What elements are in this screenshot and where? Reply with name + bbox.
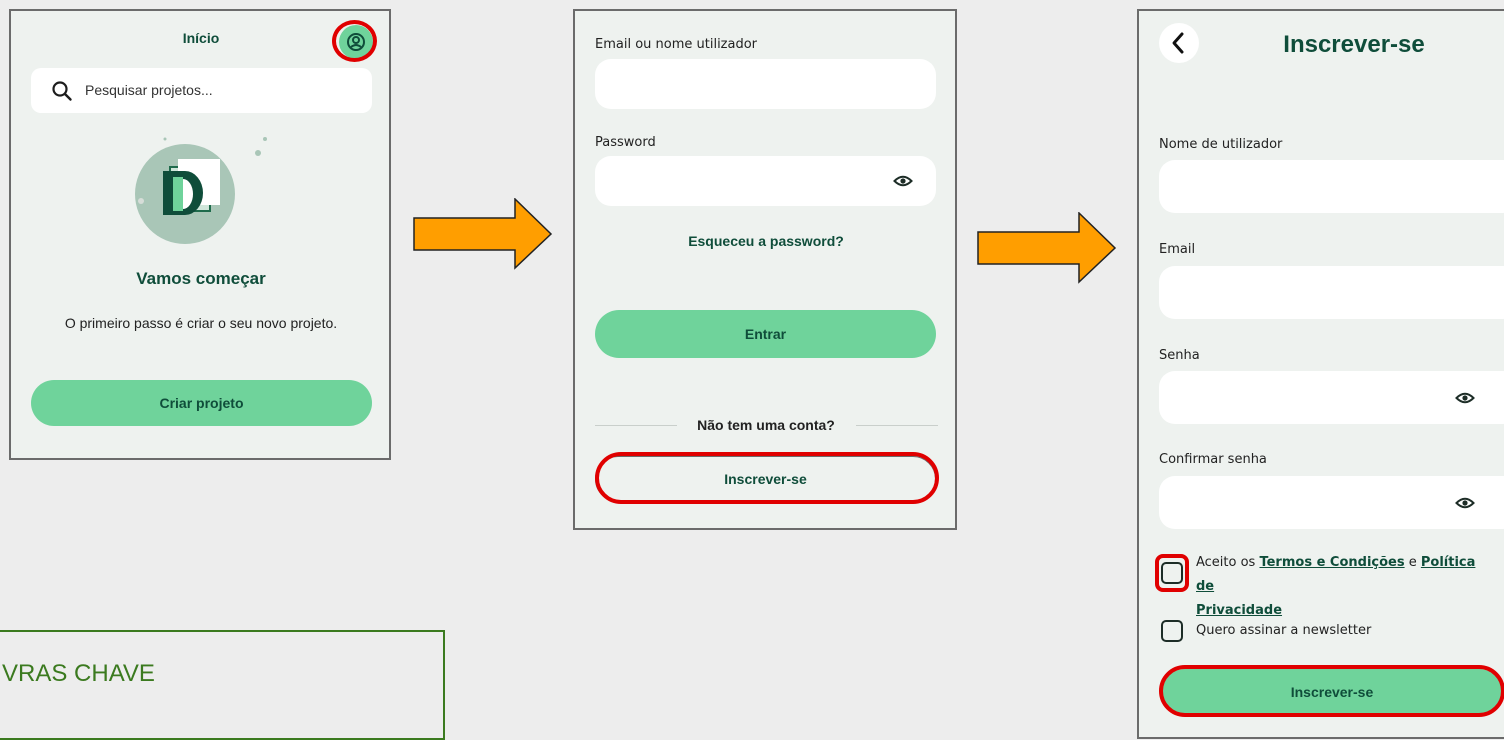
search-input[interactable]: Pesquisar projetos... xyxy=(31,68,372,113)
keywords-title: VRAS CHAVE xyxy=(2,660,155,687)
email-field[interactable] xyxy=(595,59,936,109)
terms-text: Aceito os Termos e Condições e Política … xyxy=(1196,551,1496,623)
eye-icon[interactable] xyxy=(893,171,913,191)
email-label: Email xyxy=(1159,242,1196,257)
newsletter-label: Quero assinar a newsletter xyxy=(1196,623,1372,638)
arrow-right-icon xyxy=(977,212,1117,284)
username-field[interactable] xyxy=(1159,160,1504,213)
search-icon xyxy=(52,81,72,101)
password-label: Password xyxy=(595,135,656,150)
divider-right xyxy=(856,425,938,426)
back-button[interactable] xyxy=(1159,23,1199,63)
highlight-ring xyxy=(595,452,939,504)
home-screen: Início Pesquisar projetos... Vamos começ… xyxy=(9,9,391,460)
eye-icon[interactable] xyxy=(1455,493,1475,513)
illustration xyxy=(135,137,267,244)
create-project-button[interactable]: Criar projeto xyxy=(31,380,372,426)
terms-prefix: Aceito os xyxy=(1196,555,1260,570)
password-field[interactable] xyxy=(595,156,936,206)
search-placeholder: Pesquisar projetos... xyxy=(85,82,213,98)
email-label: Email ou nome utilizador xyxy=(595,37,758,52)
password-label: Senha xyxy=(1159,348,1200,363)
confirm-password-label: Confirmar senha xyxy=(1159,452,1267,467)
username-label: Nome de utilizador xyxy=(1159,137,1283,152)
signup-screen: Inscrever-se Nome de utilizador Email Se… xyxy=(1137,9,1504,739)
privacy-link-continued[interactable]: Privacidade xyxy=(1196,603,1282,618)
confirm-password-field[interactable] xyxy=(1159,476,1504,529)
highlight-ring xyxy=(1155,554,1189,592)
terms-link[interactable]: Termos e Condições xyxy=(1259,555,1404,570)
highlight-ring xyxy=(1159,665,1504,717)
forgot-password-link[interactable]: Esqueceu a password? xyxy=(575,233,955,249)
terms-and: e xyxy=(1404,555,1421,570)
password-field[interactable] xyxy=(1159,371,1504,424)
email-field[interactable] xyxy=(1159,266,1504,319)
keywords-box: VRAS CHAVE xyxy=(0,630,445,740)
eye-icon[interactable] xyxy=(1455,388,1475,408)
login-button[interactable]: Entrar xyxy=(595,310,936,358)
description: O primeiro passo é criar o seu novo proj… xyxy=(64,315,338,331)
login-screen: Email ou nome utilizador Password Esquec… xyxy=(573,9,957,530)
highlight-ring xyxy=(332,20,377,62)
arrow-right-icon xyxy=(413,198,553,270)
heading: Vamos começar xyxy=(136,269,266,288)
newsletter-checkbox[interactable] xyxy=(1161,620,1183,642)
chevron-left-icon xyxy=(1172,32,1184,54)
page-title: Inscrever-se xyxy=(1283,31,1425,58)
